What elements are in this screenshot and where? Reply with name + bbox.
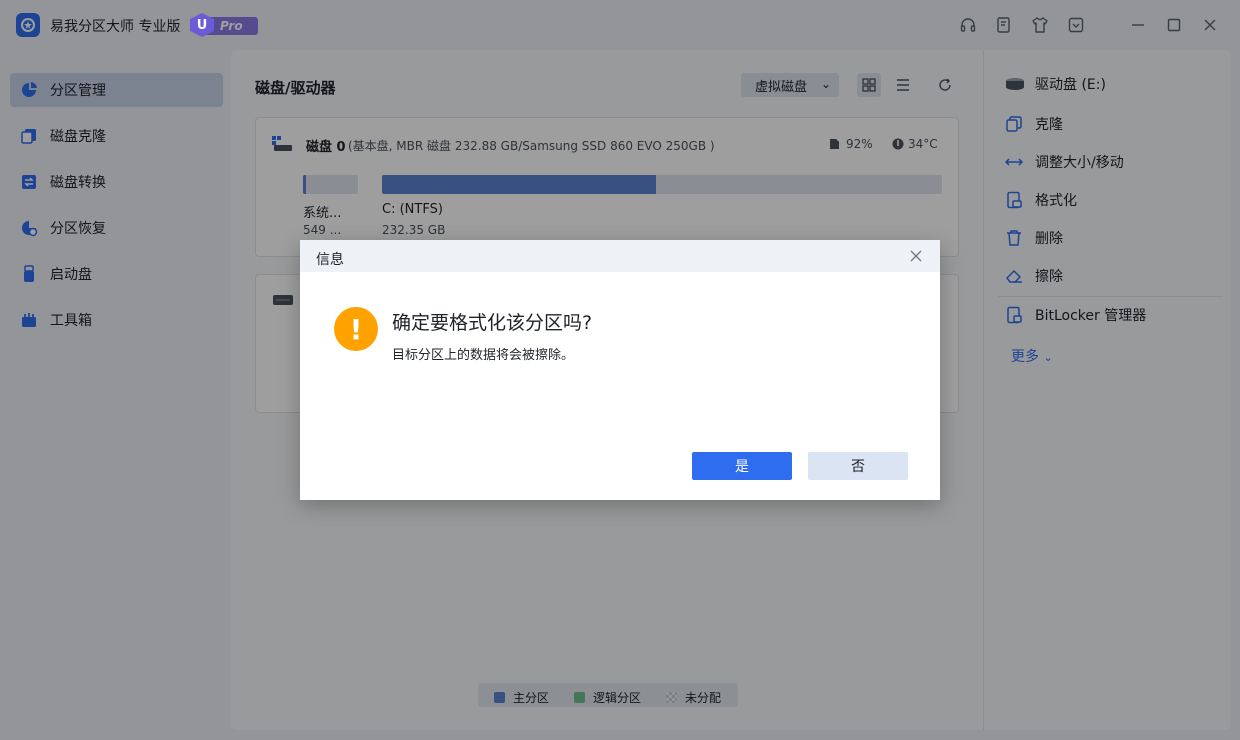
dialog-question: 确定要格式化该分区吗? xyxy=(392,312,593,334)
close-icon[interactable] xyxy=(908,248,924,264)
warning-icon: ! xyxy=(334,307,378,351)
no-button[interactable]: 否 xyxy=(808,452,908,480)
dialog-detail: 目标分区上的数据将会被擦除。 xyxy=(392,348,575,363)
dialog-header: 信息 xyxy=(300,240,940,272)
dialog-title: 信息 xyxy=(316,252,344,268)
yes-button[interactable]: 是 xyxy=(692,452,792,480)
confirm-dialog: 信息 ! 确定要格式化该分区吗? 目标分区上的数据将会被擦除。 是 否 xyxy=(300,240,940,500)
